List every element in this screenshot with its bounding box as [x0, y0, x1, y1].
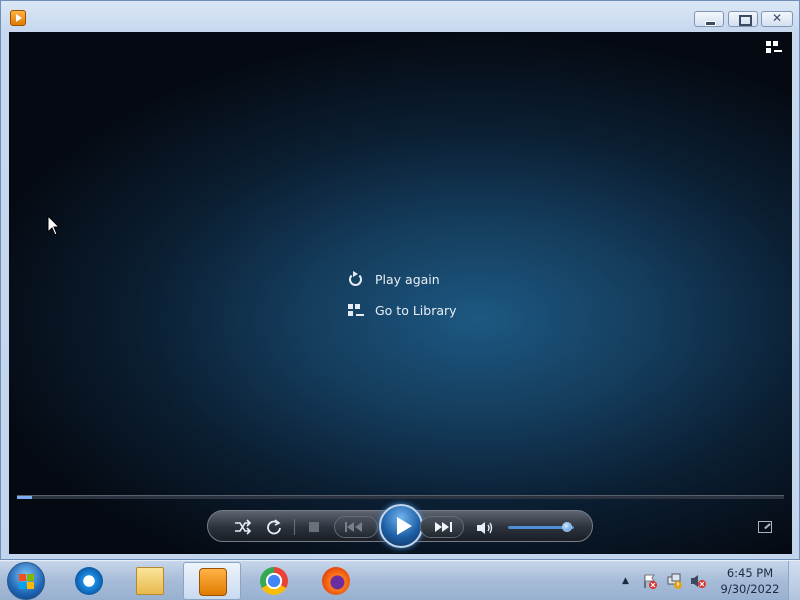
play-again-label: Play again — [375, 272, 440, 287]
repeat-button[interactable] — [264, 517, 284, 537]
show-desktop-button[interactable] — [788, 561, 800, 600]
volume-muted-icon[interactable] — [690, 573, 706, 589]
start-button[interactable] — [7, 562, 45, 600]
firefox-icon — [322, 567, 350, 595]
taskbar-item-windows-explorer[interactable] — [121, 562, 179, 600]
media-player-icon — [199, 568, 227, 596]
stop-button[interactable] — [304, 517, 324, 537]
folder-icon — [136, 567, 164, 595]
title-bar[interactable]: ✕ — [1, 1, 799, 31]
clock-date: 9/30/2022 — [720, 582, 780, 596]
action-center-icon[interactable] — [642, 573, 658, 589]
go-to-library-link[interactable]: Go to Library — [347, 295, 497, 326]
mute-button[interactable] — [476, 520, 496, 534]
taskbar: ▲ 6:45 PM 9/30/2022 — [0, 560, 800, 600]
replay-icon — [347, 270, 365, 289]
taskbar-item-firefox[interactable] — [307, 562, 365, 600]
now-playing-area[interactable]: Play again Go to Library — [9, 32, 792, 554]
volume-slider[interactable] — [508, 522, 574, 532]
media-player-window: ✕ Play again Go to Library — [0, 0, 800, 560]
go-to-library-label: Go to Library — [375, 303, 457, 318]
seek-progress — [17, 496, 33, 499]
taskbar-item-internet-explorer[interactable] — [60, 562, 118, 600]
shuffle-icon — [235, 519, 252, 535]
speaker-icon — [477, 522, 493, 534]
volume-knob[interactable] — [562, 522, 573, 532]
play-again-link[interactable]: Play again — [347, 264, 497, 295]
seek-bar[interactable] — [17, 495, 784, 499]
show-hidden-icons-icon[interactable]: ▲ — [622, 573, 638, 589]
taskbar-item-chrome[interactable] — [245, 562, 303, 600]
taskbar-item-media-player[interactable] — [183, 562, 241, 600]
playback-end-menu: Play again Go to Library — [347, 264, 497, 326]
library-icon — [347, 302, 365, 320]
network-icon[interactable] — [667, 573, 683, 589]
close-icon: ✕ — [771, 11, 783, 25]
maximize-button[interactable] — [728, 11, 758, 27]
ie-icon — [75, 567, 103, 595]
media-player-icon[interactable] — [10, 10, 26, 26]
previous-button[interactable] — [334, 516, 378, 538]
chrome-icon — [260, 567, 288, 595]
separator — [294, 519, 295, 535]
switch-to-library-icon[interactable] — [766, 41, 782, 55]
clock-time: 6:45 PM — [726, 566, 774, 580]
mouse-cursor-icon — [47, 215, 61, 236]
fullscreen-icon[interactable] — [758, 521, 772, 533]
play-button[interactable] — [379, 504, 423, 548]
playback-controls — [207, 504, 593, 548]
next-button[interactable] — [420, 516, 464, 538]
clock[interactable]: 6:45 PM 9/30/2022 — [713, 565, 787, 597]
close-button[interactable]: ✕ — [761, 11, 793, 27]
minimize-button[interactable] — [694, 11, 724, 27]
windows-logo-icon — [19, 574, 34, 589]
shuffle-button[interactable] — [232, 517, 252, 537]
stop-icon — [309, 522, 319, 532]
repeat-icon — [267, 519, 281, 535]
